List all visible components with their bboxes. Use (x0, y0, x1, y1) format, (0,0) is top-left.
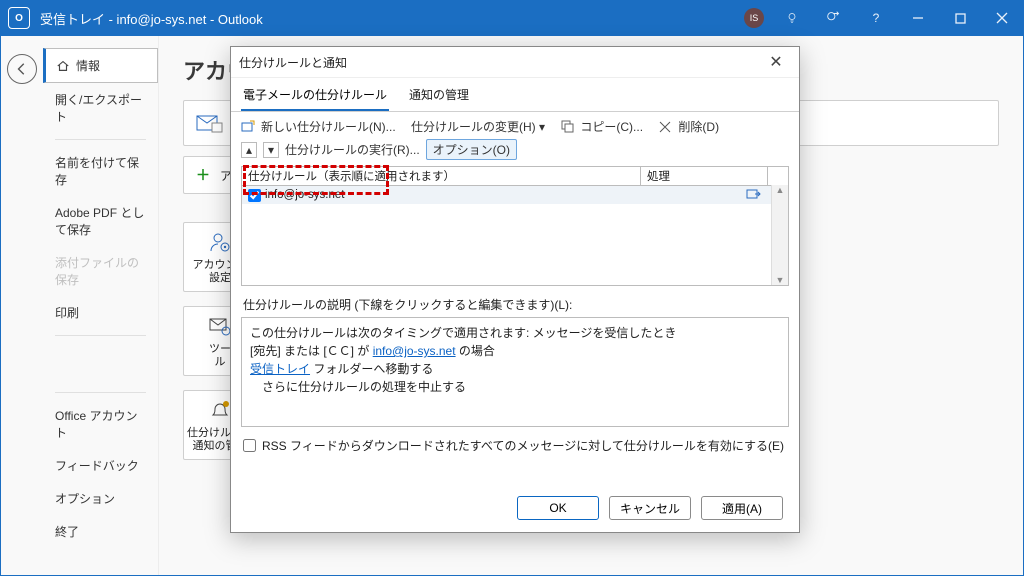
sidenav-save-as-pdf[interactable]: Adobe PDF として保存 (43, 196, 158, 246)
user-avatar[interactable]: IS (744, 8, 764, 28)
tab-email-rules[interactable]: 電子メールの仕分けルール (241, 82, 389, 111)
sidenav-feedback[interactable]: フィードバック (43, 449, 158, 482)
explain-line3-post: フォルダーへ移動する (310, 362, 433, 376)
back-button[interactable] (7, 54, 37, 84)
ok-button[interactable]: OK (517, 496, 599, 520)
explain-line1: この仕分けルールは次のタイミングで適用されます: メッセージを受信したとき (250, 324, 780, 342)
delete-rule-button[interactable]: 削除(D) (678, 118, 719, 135)
coming-soon-icon[interactable] (820, 4, 848, 32)
change-rule-button[interactable]: 仕分けルールの変更(H) ▾ (411, 118, 545, 135)
explain-recipient-link[interactable]: info@jo-sys.net (373, 344, 456, 358)
backstage-sidenav: 情報 開く/エクスポート 名前を付けて保存 Adobe PDF として保存 添付… (43, 36, 159, 575)
rules-list: 仕分けルール（表示順に適用されます） 処理 info@jo-sys.net ▲▼ (241, 166, 789, 286)
outlook-title-bar: O 受信トレイ - info@jo-sys.net - Outlook IS ? (0, 0, 1024, 36)
rule-name: info@jo-sys.net (265, 189, 344, 201)
dialog-close-button[interactable]: ✕ (761, 52, 791, 72)
sidenav-print[interactable]: 印刷 (43, 296, 158, 329)
tools-label: ツー ル (209, 343, 231, 369)
outlook-app-icon: O (8, 7, 30, 29)
rules-header-action: 処理 (640, 167, 767, 185)
rss-rules-checkbox[interactable] (243, 439, 256, 452)
move-down-icon[interactable]: ▾ (263, 142, 279, 158)
rules-scrollbar[interactable]: ▲▼ (771, 185, 788, 285)
rule-enabled-checkbox[interactable] (248, 189, 261, 202)
explain-line2-post: の場合 (456, 344, 495, 358)
new-rule-icon (241, 120, 255, 134)
sidenav-info-label: 情報 (76, 57, 100, 74)
copy-icon (560, 120, 574, 134)
apply-button[interactable]: 適用(A) (701, 496, 783, 520)
rss-rules-label: RSS フィードからダウンロードされたすべてのメッセージに対して仕分けルールを有… (262, 437, 784, 454)
delete-icon (658, 120, 672, 134)
run-rules-button[interactable]: 仕分けルールの実行(R)... (285, 141, 420, 158)
rules-header-name: 仕分けルール（表示順に適用されます） (242, 168, 640, 184)
sidenav-exit[interactable]: 終了 (43, 515, 158, 548)
help-icon[interactable]: ? (862, 4, 890, 32)
new-rule-button[interactable]: 新しい仕分けルール(N)... (261, 118, 396, 135)
window-maximize-icon[interactable] (946, 4, 974, 32)
explain-folder-link[interactable]: 受信トレイ (250, 362, 310, 376)
move-up-icon[interactable]: ▴ (241, 142, 257, 158)
sidenav-options[interactable]: オプション (43, 482, 158, 515)
dialog-title: 仕分けルールと通知 (239, 54, 347, 71)
rule-description-label: 仕分けルールの説明 (下線をクリックすると編集できます)(L): (243, 296, 787, 313)
rule-description-box: この仕分けルールは次のタイミングで適用されます: メッセージを受信したとき [宛… (241, 317, 789, 427)
window-title: 受信トレイ - info@jo-sys.net - Outlook (40, 9, 744, 28)
window-minimize-icon[interactable] (904, 4, 932, 32)
explain-line4: さらに仕分けルールの処理を中止する (250, 378, 780, 396)
sidenav-open-export[interactable]: 開く/エクスポート (43, 83, 158, 133)
rules-header-spacer (767, 167, 788, 185)
move-to-folder-icon (746, 188, 762, 203)
rules-and-alerts-dialog: 仕分けルールと通知 ✕ 電子メールの仕分けルール 通知の管理 新しい仕分けルール… (230, 46, 800, 533)
sidenav-save-attachments: 添付ファイルの保存 (43, 246, 158, 296)
plus-icon: ＋ (196, 165, 210, 185)
help-lightbulb-icon[interactable] (778, 4, 806, 32)
rule-options-button[interactable]: オプション(O) (426, 139, 517, 160)
explain-line2-pre: [宛先] または [ＣＣ] が (250, 344, 373, 358)
sidenav-info[interactable]: 情報 (43, 48, 158, 83)
sidenav-office-account[interactable]: Office アカウント (43, 399, 158, 449)
rule-row[interactable]: info@jo-sys.net (242, 186, 788, 204)
copy-rule-button[interactable]: コピー(C)... (580, 118, 643, 135)
window-close-icon[interactable] (988, 4, 1016, 32)
cancel-button[interactable]: キャンセル (609, 496, 691, 520)
tab-manage-alerts[interactable]: 通知の管理 (407, 82, 471, 111)
sidenav-save-as[interactable]: 名前を付けて保存 (43, 146, 158, 196)
